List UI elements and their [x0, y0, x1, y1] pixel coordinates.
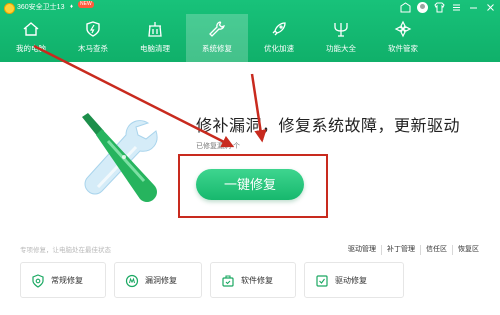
skin-icon[interactable]	[400, 2, 411, 13]
app-logo-icon	[4, 3, 15, 14]
nav-label: 电脑清理	[140, 44, 170, 53]
driver-manager-link[interactable]: 驱动管理	[343, 245, 381, 255]
trident-icon	[334, 23, 348, 37]
rocket-icon	[272, 22, 286, 36]
card-vulnerability-repair[interactable]: 漏洞修复	[114, 262, 202, 298]
shirt-icon[interactable]	[434, 2, 445, 13]
gear-shield-icon	[32, 274, 44, 288]
footer-bar: 专项修复，让电脑处在最佳状态 驱动管理 补丁管理 信任区 恢复区	[0, 244, 500, 258]
repair-tools-icon	[82, 113, 158, 202]
card-label: 驱动修复	[335, 276, 367, 285]
nav-label: 系统修复	[202, 44, 232, 53]
avatar[interactable]	[417, 2, 428, 13]
apps-icon	[394, 20, 412, 38]
nav-label: 优化加速	[264, 44, 294, 53]
minimize-icon[interactable]	[468, 2, 479, 13]
window-controls	[400, 2, 496, 13]
nav-item-features[interactable]: 功能大全	[310, 14, 372, 62]
vulnerability-icon	[125, 274, 139, 288]
card-label: 常规修复	[51, 276, 83, 285]
nav-item-speedup[interactable]: 优化加速	[248, 14, 310, 62]
trust-zone-link[interactable]: 信任区	[420, 245, 452, 255]
wrench-icon	[209, 21, 225, 37]
main-nav: 我的电脑 木马查杀 电脑清理 系统修复 优化加速 功能大全 软件管家	[0, 14, 500, 62]
nav-item-cleanup[interactable]: 电脑清理	[124, 14, 186, 62]
nav-item-my-computer[interactable]: 我的电脑	[0, 14, 62, 62]
card-label: 漏洞修复	[145, 276, 177, 285]
app-title: 360安全卫士13	[17, 4, 65, 11]
restore-zone-link[interactable]: 恢复区	[452, 245, 484, 255]
software-icon	[222, 275, 234, 287]
level-icon: ♦	[70, 4, 74, 10]
broom-icon	[148, 22, 162, 37]
footer-tip: 专项修复，让电脑处在最佳状态	[20, 247, 111, 254]
nav-label: 功能大全	[326, 44, 356, 53]
nav-item-trojan-scan[interactable]: 木马查杀	[62, 14, 124, 62]
fixed-vulnerabilities-count: 已修复漏洞 个	[196, 143, 240, 150]
driver-icon	[316, 275, 328, 287]
card-driver-repair[interactable]: 驱动修复	[304, 262, 404, 298]
page-headline: 修补漏洞，修复系统故障，更新驱动	[196, 118, 461, 135]
new-badge: NEW	[78, 1, 94, 8]
shield-icon	[86, 21, 100, 37]
nav-item-system-repair[interactable]: 系统修复	[186, 14, 248, 62]
card-software-repair[interactable]: 软件修复	[210, 262, 296, 298]
nav-label: 木马查杀	[78, 44, 108, 53]
footer-links: 驱动管理 补丁管理 信任区 恢复区	[343, 245, 484, 255]
nav-label: 软件管家	[388, 44, 418, 53]
repair-cards: 常规修复 漏洞修复 软件修复 驱动修复	[20, 262, 500, 300]
nav-label: 我的电脑	[16, 44, 46, 53]
close-icon[interactable]	[485, 2, 496, 13]
nav-item-software-manager[interactable]: 软件管家	[372, 14, 434, 62]
card-regular-repair[interactable]: 常规修复	[20, 262, 106, 298]
patch-manager-link[interactable]: 补丁管理	[381, 245, 420, 255]
card-label: 软件修复	[241, 276, 273, 285]
home-icon	[23, 22, 39, 36]
annotation-highlight-box	[178, 154, 328, 218]
menu-icon[interactable]	[451, 2, 462, 13]
